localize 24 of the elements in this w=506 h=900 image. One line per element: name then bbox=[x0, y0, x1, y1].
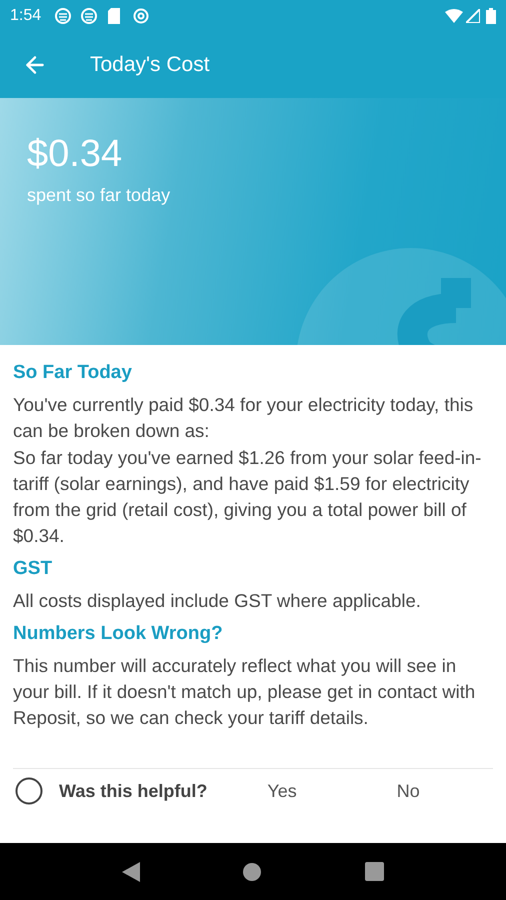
amount-caption: spent so far today bbox=[27, 184, 172, 207]
signal-icon bbox=[466, 9, 480, 23]
feedback-option[interactable]: Yes bbox=[267, 778, 297, 804]
stack-icon bbox=[55, 8, 72, 24]
recents-nav-icon[interactable] bbox=[365, 862, 384, 881]
section-paragraph: This number will accurately reflect what you will see in your bill. If it doesn't match up, please get in contact with Reposit, so we can check your tariff details. bbox=[13, 654, 476, 730]
circle-icon bbox=[133, 8, 150, 24]
feedback-option[interactable]: No bbox=[396, 778, 420, 804]
sd-card-icon bbox=[107, 8, 122, 24]
amount-text: $0.34 bbox=[27, 132, 124, 176]
status-time: 1:54 bbox=[10, 6, 42, 26]
section-heading: Numbers Look Wrong? bbox=[13, 622, 224, 646]
feedback-question: Was this helpful? bbox=[59, 780, 208, 803]
section-paragraph: All costs displayed include GST where applicable. bbox=[13, 589, 422, 613]
battery-icon bbox=[486, 8, 496, 24]
section-heading: GST bbox=[13, 557, 54, 581]
home-nav-icon[interactable] bbox=[243, 862, 262, 880]
section-paragraph: You've currently paid $0.34 for your electricity today, this can be broken down as: bbox=[13, 393, 474, 443]
section-heading: So Far Today bbox=[13, 361, 133, 385]
section-paragraph: So far today you've earned $1.26 from your solar feed-in-tariff (solar earnings), and have paid $1.59 for electricity from the grid (retail cost), giving you a total power bill of $0.34. bbox=[13, 446, 482, 548]
toolbar-title: Today's Cost bbox=[90, 52, 210, 78]
back-nav-icon[interactable] bbox=[122, 862, 140, 882]
stack-icon bbox=[81, 8, 98, 24]
wifi-icon bbox=[445, 9, 463, 23]
